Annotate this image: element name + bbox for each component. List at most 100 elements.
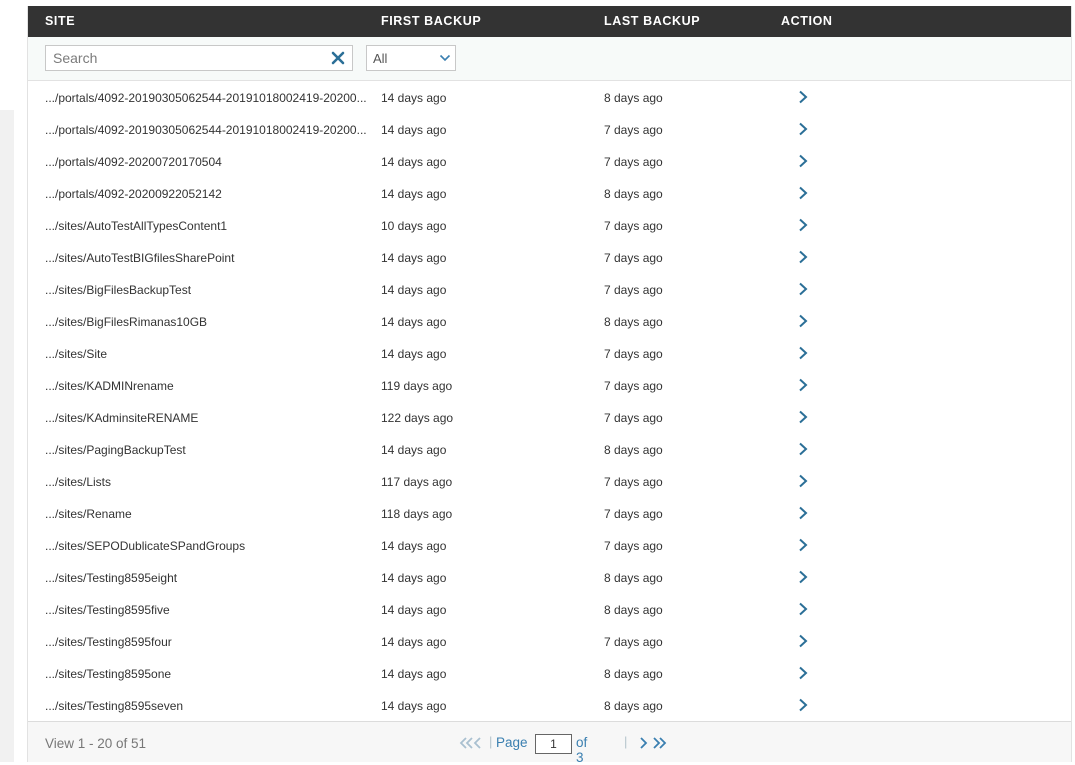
- chevron-right-icon[interactable]: [796, 185, 810, 201]
- last-backup-cell: 8 days ago: [604, 667, 663, 681]
- table-row[interactable]: .../sites/KAdminsiteRENAME 122 days ago 7 …: [28, 401, 1071, 433]
- pager-separator: |: [489, 734, 493, 749]
- last-backup-cell: 7 days ago: [604, 507, 663, 521]
- site-cell: .../sites/Lists: [45, 475, 112, 489]
- last-backup-cell: 8 days ago: [604, 187, 663, 201]
- table-row[interactable]: .../sites/Testing8595one 14 days ago 8 day…: [28, 657, 1071, 689]
- table-row[interactable]: .../sites/KADMINrename 119 days ago 7 days…: [28, 369, 1071, 401]
- site-cell: .../sites/Testing8595five: [45, 603, 170, 617]
- table-row[interactable]: .../sites/Lists 117 days ago 7 days ago: [28, 465, 1071, 497]
- column-header-last-backup[interactable]: LAST BACKUP: [604, 14, 700, 28]
- chevron-right-icon[interactable]: [796, 505, 810, 521]
- site-cell: .../sites/Testing8595seven: [45, 699, 184, 713]
- last-backup-cell: 7 days ago: [604, 411, 663, 425]
- table-row[interactable]: .../sites/Testing8595four 14 days ago 7 da…: [28, 625, 1071, 657]
- last-backup-cell: 8 days ago: [604, 603, 663, 617]
- site-cell: .../portals/4092-20200922052142: [45, 187, 222, 201]
- last-backup-cell: 7 days ago: [604, 635, 663, 649]
- table-row[interactable]: .../sites/Rename 118 days ago 7 days ago: [28, 497, 1071, 529]
- page-number-input[interactable]: [535, 734, 572, 754]
- column-header-first-backup[interactable]: FIRST BACKUP: [381, 14, 481, 28]
- chevron-right-icon[interactable]: [796, 473, 810, 489]
- table-row[interactable]: .../sites/AutoTestBIGfilesSharePoint 14 d…: [28, 241, 1071, 273]
- chevron-right-icon[interactable]: [796, 537, 810, 553]
- chevron-right-icon[interactable]: [796, 121, 810, 137]
- table-row[interactable]: .../sites/PagingBackupTest 14 days ago 8 d…: [28, 433, 1071, 465]
- chevron-right-icon[interactable]: [796, 697, 810, 713]
- chevron-right-icon[interactable]: [796, 281, 810, 297]
- chevron-right-icon[interactable]: [796, 313, 810, 329]
- next-page-icon[interactable]: [638, 736, 648, 750]
- table-row[interactable]: .../portals/4092-20200720170504 14 days a…: [28, 145, 1071, 177]
- table-row[interactable]: .../sites/Testing8595five 14 days ago 8 da…: [28, 593, 1071, 625]
- first-backup-cell: 14 days ago: [381, 347, 447, 361]
- prev-page-icon[interactable]: [473, 736, 483, 750]
- table-row[interactable]: .../sites/BigFilesBackupTest 14 days ago 7…: [28, 273, 1071, 305]
- last-backup-cell: 7 days ago: [604, 379, 663, 393]
- last-backup-cell: 7 days ago: [604, 219, 663, 233]
- table-row[interactable]: .../sites/AutoTestAllTypesContent1 10 day…: [28, 209, 1071, 241]
- site-cell: .../sites/PagingBackupTest: [45, 443, 186, 457]
- site-cell: .../portals/4092-20190305062544-20191018…: [45, 123, 367, 137]
- first-backup-cell: 14 days ago: [381, 123, 447, 137]
- search-input[interactable]: [46, 46, 316, 70]
- chevron-right-icon[interactable]: [796, 153, 810, 169]
- page-count-label: of 3: [576, 735, 588, 765]
- site-cell: .../portals/4092-20190305062544-20191018…: [45, 91, 367, 105]
- first-backup-cell: 10 days ago: [381, 219, 447, 233]
- table-row[interactable]: .../sites/SEPODublicateSPandGroups 14 day…: [28, 529, 1071, 561]
- last-backup-cell: 7 days ago: [604, 251, 663, 265]
- chevron-right-icon[interactable]: [796, 217, 810, 233]
- column-header-site[interactable]: SITE: [45, 14, 75, 28]
- table-footer: View 1 - 20 of 51 | Page of 3 |: [28, 721, 1071, 765]
- table-row[interactable]: .../sites/Site 14 days ago 7 days ago: [28, 337, 1071, 369]
- site-cell: .../portals/4092-20200720170504: [45, 155, 222, 169]
- chevron-right-icon[interactable]: [796, 345, 810, 361]
- table-row[interactable]: .../sites/Testing8595eight 14 days ago 8 d…: [28, 561, 1071, 593]
- table-row[interactable]: .../sites/BigFilesRimanas10GB 14 days ago…: [28, 305, 1071, 337]
- last-backup-cell: 7 days ago: [604, 475, 663, 489]
- table-row[interactable]: .../portals/4092-20190305062544-20191018…: [28, 81, 1071, 113]
- first-backup-cell: 14 days ago: [381, 155, 447, 169]
- first-backup-cell: 14 days ago: [381, 539, 447, 553]
- last-backup-cell: 7 days ago: [604, 539, 663, 553]
- last-backup-cell: 8 days ago: [604, 315, 663, 329]
- last-backup-cell: 7 days ago: [604, 283, 663, 297]
- last-backup-cell: 8 days ago: [604, 571, 663, 585]
- first-page-icon[interactable]: [458, 736, 474, 750]
- x-clear-icon[interactable]: [330, 50, 346, 66]
- site-cell: .../sites/BigFilesRimanas10GB: [45, 315, 208, 329]
- last-backup-cell: 8 days ago: [604, 443, 663, 457]
- table-body: .../portals/4092-20190305062544-20191018…: [28, 81, 1071, 721]
- column-header-action: ACTION: [781, 14, 833, 28]
- last-backup-cell: 7 days ago: [604, 123, 663, 137]
- last-page-icon[interactable]: [652, 736, 668, 750]
- chevron-right-icon[interactable]: [796, 441, 810, 457]
- chevron-right-icon[interactable]: [796, 89, 810, 105]
- table-row[interactable]: .../portals/4092-20190305062544-20191018…: [28, 113, 1071, 145]
- site-cell: .../sites/KADMINrename: [45, 379, 174, 393]
- sites-table-panel: SITE FIRST BACKUP LAST BACKUP ACTION All…: [27, 6, 1072, 765]
- first-backup-cell: 14 days ago: [381, 571, 447, 585]
- chevron-right-icon[interactable]: [796, 633, 810, 649]
- site-cell: .../sites/KAdminsiteRENAME: [45, 411, 199, 425]
- table-row[interactable]: .../sites/Testing8595seven 14 days ago 8 d…: [28, 689, 1071, 721]
- chevron-right-icon[interactable]: [796, 569, 810, 585]
- site-cell: .../sites/Testing8595eight: [45, 571, 178, 585]
- chevron-right-icon[interactable]: [796, 409, 810, 425]
- first-backup-cell: 119 days ago: [381, 379, 453, 393]
- first-backup-cell: 14 days ago: [381, 251, 447, 265]
- chevron-down-icon: [439, 54, 451, 62]
- chevron-right-icon[interactable]: [796, 249, 810, 265]
- search-box: [45, 45, 353, 71]
- last-backup-cell: 8 days ago: [604, 699, 663, 713]
- first-backup-cell: 117 days ago: [381, 475, 453, 489]
- table-row[interactable]: .../portals/4092-20200922052142 14 days a…: [28, 177, 1071, 209]
- chevron-right-icon[interactable]: [796, 377, 810, 393]
- last-backup-cell: 8 days ago: [604, 91, 663, 105]
- page-label: Page: [496, 735, 528, 750]
- chevron-right-icon[interactable]: [796, 601, 810, 617]
- first-backup-cell: 14 days ago: [381, 283, 447, 297]
- filter-select[interactable]: All: [366, 45, 456, 71]
- chevron-right-icon[interactable]: [796, 665, 810, 681]
